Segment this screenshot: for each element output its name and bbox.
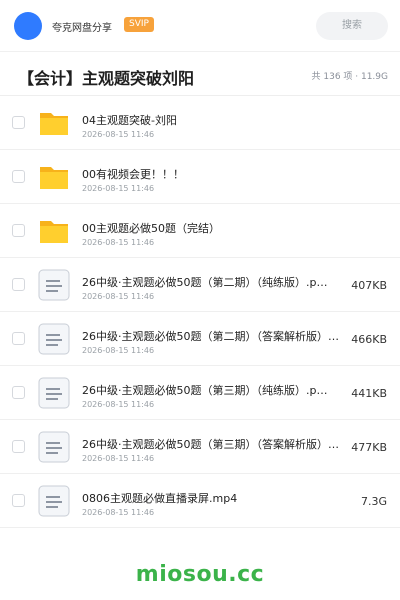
select-checkbox[interactable] (12, 224, 25, 237)
file-size: 7.3G (360, 495, 387, 508)
file-row[interactable]: 26中级·主观题必做50题（第三期）（答案解析版）… 2026-08-15 11… (0, 420, 400, 474)
document-icon (38, 377, 70, 409)
file-date: 2026-08-15 11:46 (82, 346, 155, 355)
file-size: 441KB (351, 387, 387, 400)
search-input[interactable]: 搜索 (316, 12, 388, 40)
title-bar: 【会计】主观题突破刘阳 共 136 项 · 11.9G (0, 56, 400, 96)
file-name[interactable]: 26中级·主观题必做50题（第二期）（答案解析版）… (82, 328, 344, 344)
select-checkbox[interactable] (12, 116, 25, 129)
document-icon (38, 269, 70, 301)
share-name: 夸克网盘分享 (52, 23, 112, 34)
file-date: 2026-08-15 11:46 (82, 508, 155, 517)
file-row[interactable]: 26中级·主观题必做50题（第三期）（纯练版）.p… 2026-08-15 11… (0, 366, 400, 420)
file-row[interactable]: 26中级·主观题必做50题（第二期）（答案解析版）… 2026-08-15 11… (0, 312, 400, 366)
file-date: 2026-08-15 11:46 (82, 454, 155, 463)
file-size: 407KB (351, 279, 387, 292)
select-checkbox[interactable] (12, 170, 25, 183)
item-count: 共 136 项 · 11.9G (311, 72, 389, 82)
folder-icon (38, 215, 70, 247)
file-date: 2026-08-15 11:46 (82, 292, 155, 301)
avatar[interactable] (14, 12, 42, 40)
page-title: 【会计】主观题突破刘阳 (18, 69, 195, 88)
svip-badge: SVIP (124, 17, 154, 32)
document-icon (38, 323, 70, 355)
file-date: 2026-08-15 11:46 (82, 130, 155, 139)
file-row[interactable]: 0806主观题必做直播录屏.mp4 2026-08-15 11:46 7.3G (0, 474, 400, 528)
select-checkbox[interactable] (12, 278, 25, 291)
folder-icon (38, 161, 70, 193)
file-name[interactable]: 26中级·主观题必做50题（第二期）（纯练版）.p… (82, 274, 344, 290)
file-name[interactable]: 26中级·主观题必做50题（第三期）（纯练版）.p… (82, 382, 344, 398)
file-date: 2026-08-15 11:46 (82, 184, 155, 193)
file-date: 2026-08-15 11:46 (82, 400, 155, 409)
file-name[interactable]: 00有视频会更！！！ (82, 166, 344, 182)
file-row[interactable]: 26中级·主观题必做50题（第二期）（纯练版）.p… 2026-08-15 11… (0, 258, 400, 312)
select-checkbox[interactable] (12, 386, 25, 399)
file-name[interactable]: 04主观题突破-刘阳 (82, 112, 344, 128)
document-icon (38, 431, 70, 463)
select-checkbox[interactable] (12, 440, 25, 453)
select-checkbox[interactable] (12, 332, 25, 345)
document-icon (38, 485, 70, 517)
file-size: 477KB (351, 441, 387, 454)
file-name[interactable]: 0806主观题必做直播录屏.mp4 (82, 490, 344, 506)
file-name[interactable]: 26中级·主观题必做50题（第三期）（答案解析版）… (82, 436, 344, 452)
file-date: 2026-08-15 11:46 (82, 238, 155, 247)
file-name[interactable]: 00主观题必做50题（完结） (82, 220, 344, 236)
header: 夸克网盘分享 SVIP 搜索 (0, 0, 400, 52)
file-list: 04主观题突破-刘阳 2026-08-15 11:46 00有视频会更！！！ 2… (0, 96, 400, 528)
site-watermark: miosou.cc (135, 562, 265, 587)
file-row[interactable]: 04主观题突破-刘阳 2026-08-15 11:46 (0, 96, 400, 150)
file-size: 466KB (351, 333, 387, 346)
file-row[interactable]: 00有视频会更！！！ 2026-08-15 11:46 (0, 150, 400, 204)
file-row[interactable]: 00主观题必做50题（完结） 2026-08-15 11:46 (0, 204, 400, 258)
select-checkbox[interactable] (12, 494, 25, 507)
folder-icon (38, 107, 70, 139)
